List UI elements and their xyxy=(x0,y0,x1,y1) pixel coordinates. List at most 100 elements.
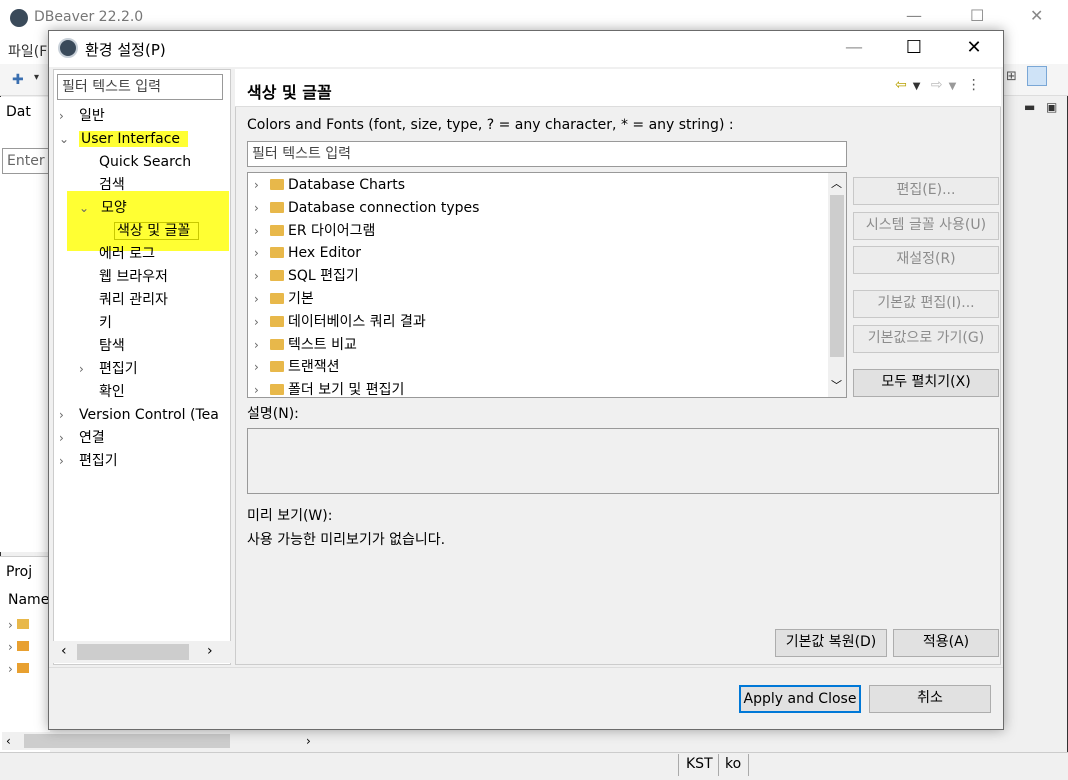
projects-hscroll-thumb[interactable] xyxy=(24,734,230,748)
view-menu-icon[interactable]: ⋮ xyxy=(967,77,981,93)
cf-tree-item[interactable]: › 기본 xyxy=(254,288,314,310)
dropdown-icon[interactable]: ▾ xyxy=(34,72,39,83)
tree-item[interactable]: 에러 로그 xyxy=(79,243,155,265)
chevron-down-icon[interactable]: ⌄ xyxy=(79,197,91,219)
tree-item[interactable]: 키 xyxy=(79,312,112,334)
tree-item[interactable]: › 일반 xyxy=(59,105,105,127)
tree-item[interactable]: 색상 및 글꼴 xyxy=(99,220,200,242)
cf-tree-item[interactable]: › SQL 편집기 xyxy=(254,265,359,287)
open-perspective-icon[interactable]: ⊞ xyxy=(1006,69,1017,84)
main-minimize-button[interactable]: — xyxy=(906,6,922,25)
chevron-right-icon[interactable]: › xyxy=(254,334,266,356)
back-dropdown-icon[interactable]: ▼ xyxy=(913,81,921,92)
tree-item[interactable]: 쿼리 관리자 xyxy=(79,289,168,311)
cf-vscroll-thumb[interactable] xyxy=(830,195,844,357)
project-row[interactable]: › xyxy=(8,640,29,654)
tree-item[interactable]: › Version Control (Tea xyxy=(59,404,219,426)
use-system-font-button[interactable]: 시스템 글꼴 사용(U) xyxy=(853,212,999,240)
cf-tree-item[interactable]: › 데이터베이스 쿼리 결과 xyxy=(254,311,426,333)
reset-button[interactable]: 재설정(R) xyxy=(853,246,999,274)
tree-item[interactable]: 웹 브라우저 xyxy=(79,266,168,288)
forward-dropdown-icon[interactable]: ▼ xyxy=(949,81,957,92)
cf-tree-item-label: 데이터베이스 쿼리 결과 xyxy=(288,313,426,330)
chevron-right-icon[interactable]: › xyxy=(254,311,266,333)
dialog-minimize-button[interactable]: — xyxy=(831,37,877,58)
restore-defaults-button[interactable]: 기본값 복원(D) xyxy=(775,629,887,657)
cf-tree-item[interactable]: › 폴더 보기 및 편집기 xyxy=(254,379,404,397)
perspective-icons[interactable]: ⊞ xyxy=(1006,66,1048,86)
tree-item[interactable]: › 연결 xyxy=(59,427,105,449)
chevron-right-icon[interactable]: › xyxy=(254,356,266,378)
colors-fonts-filter-input[interactable] xyxy=(247,141,847,167)
dbeaver-logo-icon xyxy=(10,9,28,27)
tree-item-label: User Interface xyxy=(79,131,189,147)
scroll-left-icon[interactable]: ‹ xyxy=(61,643,67,659)
chevron-right-icon[interactable]: › xyxy=(59,404,71,426)
cf-tree-item[interactable]: › Database Charts xyxy=(254,174,405,196)
plug-icon[interactable]: ✚ xyxy=(12,72,24,88)
tree-filter-input[interactable] xyxy=(57,74,223,100)
cf-tree-item[interactable]: › Hex Editor xyxy=(254,242,361,264)
chevron-right-icon[interactable]: › xyxy=(254,220,266,242)
tree-item[interactable]: Quick Search xyxy=(79,151,191,173)
scroll-right-icon[interactable]: › xyxy=(207,643,213,659)
main-close-button[interactable]: ✕ xyxy=(1030,6,1043,25)
chevron-right-icon[interactable]: › xyxy=(254,242,266,264)
menu-file[interactable]: 파일(F xyxy=(8,41,47,61)
chevron-right-icon[interactable]: › xyxy=(59,450,71,472)
cf-tree-item-label: ER 다이어그램 xyxy=(288,222,376,239)
folder-icon xyxy=(270,315,284,327)
cf-tree-item[interactable]: › ER 다이어그램 xyxy=(254,220,375,242)
back-arrow-icon[interactable]: ⇦ xyxy=(895,77,907,93)
tree-item[interactable]: ⌄ User Interface xyxy=(59,128,189,150)
forward-arrow-icon[interactable]: ⇨ xyxy=(931,77,943,93)
chevron-down-icon[interactable]: ⌄ xyxy=(59,128,71,150)
navigator-tab[interactable]: Dat xyxy=(6,104,31,120)
chevron-right-icon[interactable]: › xyxy=(254,379,266,397)
tree-item[interactable]: › 편집기 xyxy=(59,450,118,472)
tree-hscroll-thumb[interactable] xyxy=(77,644,189,660)
apply-and-close-button[interactable]: Apply and Close xyxy=(739,685,861,713)
scroll-right-icon[interactable]: › xyxy=(306,734,311,748)
cf-tree-item[interactable]: › Database connection types xyxy=(254,197,479,219)
tree-item[interactable]: 검색 xyxy=(79,174,125,196)
chevron-right-icon[interactable]: › xyxy=(79,358,91,380)
project-row[interactable]: › xyxy=(8,662,29,676)
cf-tree-item[interactable]: › 트랜잭션 xyxy=(254,356,340,378)
tree-item-label: 편집기 xyxy=(79,453,118,469)
tree-item[interactable]: ⌄ 모양 xyxy=(79,197,135,219)
chevron-right-icon[interactable]: › xyxy=(254,197,266,219)
edit-default-button[interactable]: 기본값 편집(I)... xyxy=(853,290,999,318)
folder-icon xyxy=(270,338,284,350)
cf-tree-item[interactable]: › 텍스트 비교 xyxy=(254,334,357,356)
scroll-up-icon[interactable]: ︿ xyxy=(831,175,842,191)
dbeaver-perspective-icon[interactable] xyxy=(1027,66,1048,86)
tree-item[interactable]: 확인 xyxy=(79,381,125,403)
chevron-right-icon[interactable]: › xyxy=(254,288,266,310)
dialog-maximize-button[interactable]: ☐ xyxy=(891,37,937,58)
cf-tree-item-label: Hex Editor xyxy=(288,245,362,262)
main-window-title: DBeaver 22.2.0 xyxy=(34,9,144,25)
view-minimize-icon[interactable]: ▬ xyxy=(1024,100,1035,114)
chevron-right-icon[interactable]: › xyxy=(59,427,71,449)
scroll-down-icon[interactable]: ﹀ xyxy=(831,377,842,393)
chevron-right-icon[interactable]: › xyxy=(254,265,266,287)
edit-button[interactable]: 편집(E)... xyxy=(853,177,999,205)
main-maximize-button[interactable]: ☐ xyxy=(970,6,984,25)
projects-panel xyxy=(0,556,50,756)
projects-tab[interactable]: Proj xyxy=(6,564,32,580)
navigator-filter-input[interactable]: Enter a xyxy=(2,148,50,174)
scroll-left-icon[interactable]: ‹ xyxy=(6,734,11,748)
tree-item[interactable]: 탐색 xyxy=(79,335,125,357)
dialog-close-button[interactable]: ✕ xyxy=(951,37,997,58)
tree-item[interactable]: › 편집기 xyxy=(79,358,138,380)
chevron-right-icon[interactable]: › xyxy=(59,105,71,127)
apply-button[interactable]: 적용(A) xyxy=(893,629,999,657)
chevron-right-icon[interactable]: › xyxy=(254,174,266,196)
expand-all-button[interactable]: 모두 펼치기(X) xyxy=(853,369,999,397)
page-title: 색상 및 글꼴 xyxy=(247,83,332,102)
view-maximize-icon[interactable]: ▣ xyxy=(1046,100,1057,114)
cancel-button[interactable]: 취소 xyxy=(869,685,991,713)
project-row[interactable]: › xyxy=(8,618,29,632)
go-to-default-button[interactable]: 기본값으로 가기(G) xyxy=(853,325,999,353)
